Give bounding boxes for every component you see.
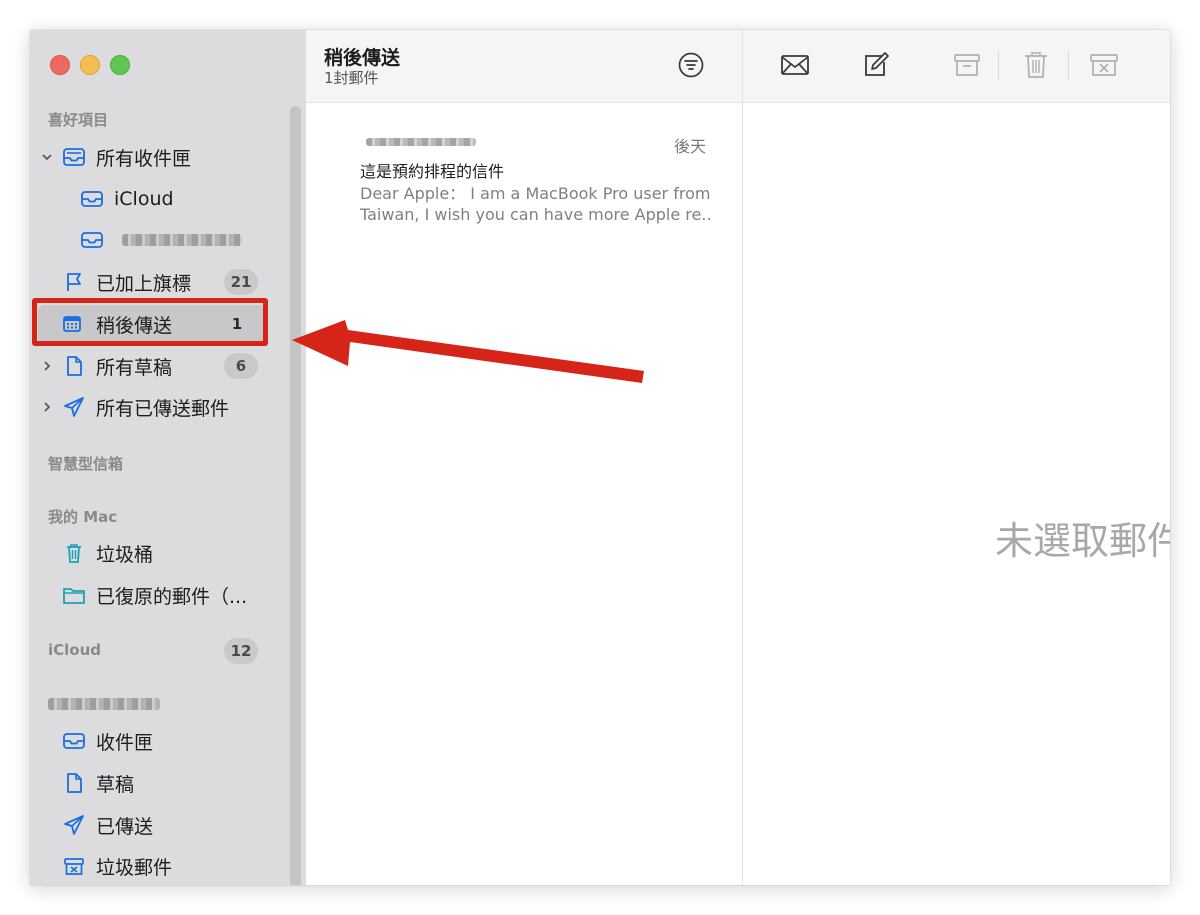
toolbar-separator — [998, 50, 999, 80]
zoom-window-button[interactable] — [110, 55, 130, 75]
sidebar-item-icloud-inbox[interactable]: iCloud — [30, 180, 270, 218]
archive-icon[interactable] — [950, 48, 984, 82]
smart-mailboxes-header[interactable]: 智慧型信箱 — [48, 453, 123, 474]
inbox-stack-icon — [62, 145, 86, 169]
sidebar-item-label: 收件匣 — [96, 731, 154, 754]
chevron-down-icon[interactable] — [40, 150, 54, 164]
sidebar-item-label: 已傳送 — [96, 815, 154, 838]
chevron-right-icon[interactable] — [40, 359, 54, 373]
sidebar-item-account-inbox[interactable] — [30, 221, 270, 259]
paper-plane-icon — [62, 395, 86, 419]
sidebar-item-label: 垃圾郵件 — [96, 856, 173, 879]
sidebar-item-mac-trash[interactable]: 垃圾桶 — [30, 534, 270, 572]
sidebar-item-label: 所有已傳送郵件 — [96, 397, 230, 420]
message-list-header: 稍後傳送 1封郵件 — [306, 30, 742, 103]
icloud-header-label: iCloud — [48, 641, 102, 659]
sidebar-item-label: iCloud — [114, 188, 174, 210]
sidebar-item-inbox[interactable]: 收件匣 — [30, 722, 270, 760]
junk-icon[interactable] — [1087, 48, 1121, 82]
compose-icon[interactable] — [858, 48, 892, 82]
inbox-icon — [80, 187, 104, 211]
sidebar-item-drafts[interactable]: 草稿 — [30, 764, 270, 802]
envelope-icon[interactable] — [778, 48, 812, 82]
trash-icon[interactable] — [1019, 48, 1053, 82]
sidebar-item-all-drafts[interactable]: 所有草稿 6 — [30, 347, 270, 385]
sidebar: 喜好項目 所有收件匣 iCloud 已加上旗標 21 稍後傳送 1 所有草稿 6… — [30, 30, 306, 885]
document-icon — [62, 771, 86, 795]
message-list-item[interactable]: 後天 這是預約排程的信件 Dear Apple： I am a MacBook … — [306, 103, 742, 233]
preview-line: Taiwan, I wish you can have more Apple r… — [360, 205, 710, 224]
sidebar-item-label: 草稿 — [96, 773, 135, 796]
count-badge: 12 — [224, 638, 258, 664]
minimize-window-button[interactable] — [80, 55, 100, 75]
sidebar-item-flagged[interactable]: 已加上旗標 21 — [30, 263, 270, 301]
sidebar-item-label: 所有收件匣 — [96, 147, 192, 170]
message-preview: Dear Apple： I am a MacBook Pro user from… — [360, 183, 710, 225]
mail-window: 喜好項目 所有收件匣 iCloud 已加上旗標 21 稍後傳送 1 所有草稿 6… — [30, 30, 1170, 885]
chevron-right-icon[interactable] — [40, 400, 54, 414]
favorites-header[interactable]: 喜好項目 — [48, 109, 108, 130]
message-date: 後天 — [673, 137, 706, 156]
sidebar-item-label: 已復原的郵件（... — [96, 585, 248, 608]
filter-icon[interactable] — [677, 51, 705, 79]
icloud-section-header[interactable]: iCloud 12 — [30, 632, 270, 670]
message-viewer-pane: 未選取郵件 — [743, 30, 1170, 885]
sidebar-item-label: 所有草稿 — [96, 356, 173, 379]
sidebar-item-label: 垃圾桶 — [96, 543, 154, 566]
sidebar-item-recovered-mail[interactable]: 已復原的郵件（... — [30, 576, 270, 614]
sidebar-item-sent[interactable]: 已傳送 — [30, 806, 270, 844]
paper-plane-icon — [62, 813, 86, 837]
preview-line: Dear Apple： I am a MacBook Pro user from — [360, 184, 710, 203]
junk-box-icon — [62, 854, 86, 878]
flag-icon — [62, 270, 86, 294]
redacted-sender — [366, 138, 476, 146]
viewer-toolbar — [743, 30, 1170, 103]
my-mac-header[interactable]: 我的 Mac — [48, 506, 117, 527]
mailbox-title: 稍後傳送 — [324, 47, 401, 69]
trash-icon — [62, 541, 86, 565]
toolbar-separator — [1068, 50, 1069, 80]
document-icon — [62, 354, 86, 378]
inbox-icon — [80, 228, 104, 252]
message-subject: 這是預約排程的信件 — [360, 162, 505, 181]
count-badge: 6 — [224, 353, 258, 379]
sidebar-item-junk[interactable]: 垃圾郵件 — [30, 847, 270, 885]
sidebar-item-label: 已加上旗標 — [96, 272, 192, 295]
message-count: 1封郵件 — [324, 69, 379, 87]
sidebar-item-all-inboxes[interactable]: 所有收件匣 — [30, 138, 270, 176]
redacted-account-name — [122, 234, 242, 246]
redacted-account-header[interactable] — [48, 698, 160, 710]
no-message-selected-text: 未選取郵件 — [995, 519, 1170, 563]
inbox-icon — [62, 729, 86, 753]
close-window-button[interactable] — [50, 55, 70, 75]
sidebar-scrollbar[interactable] — [290, 106, 301, 885]
annotation-highlight-box — [32, 298, 268, 346]
count-badge: 21 — [224, 269, 258, 295]
message-list-pane: 稍後傳送 1封郵件 後天 這是預約排程的信件 Dear Apple： I am … — [306, 30, 743, 885]
folder-icon — [62, 583, 86, 607]
sidebar-item-all-sent[interactable]: 所有已傳送郵件 — [30, 388, 270, 426]
